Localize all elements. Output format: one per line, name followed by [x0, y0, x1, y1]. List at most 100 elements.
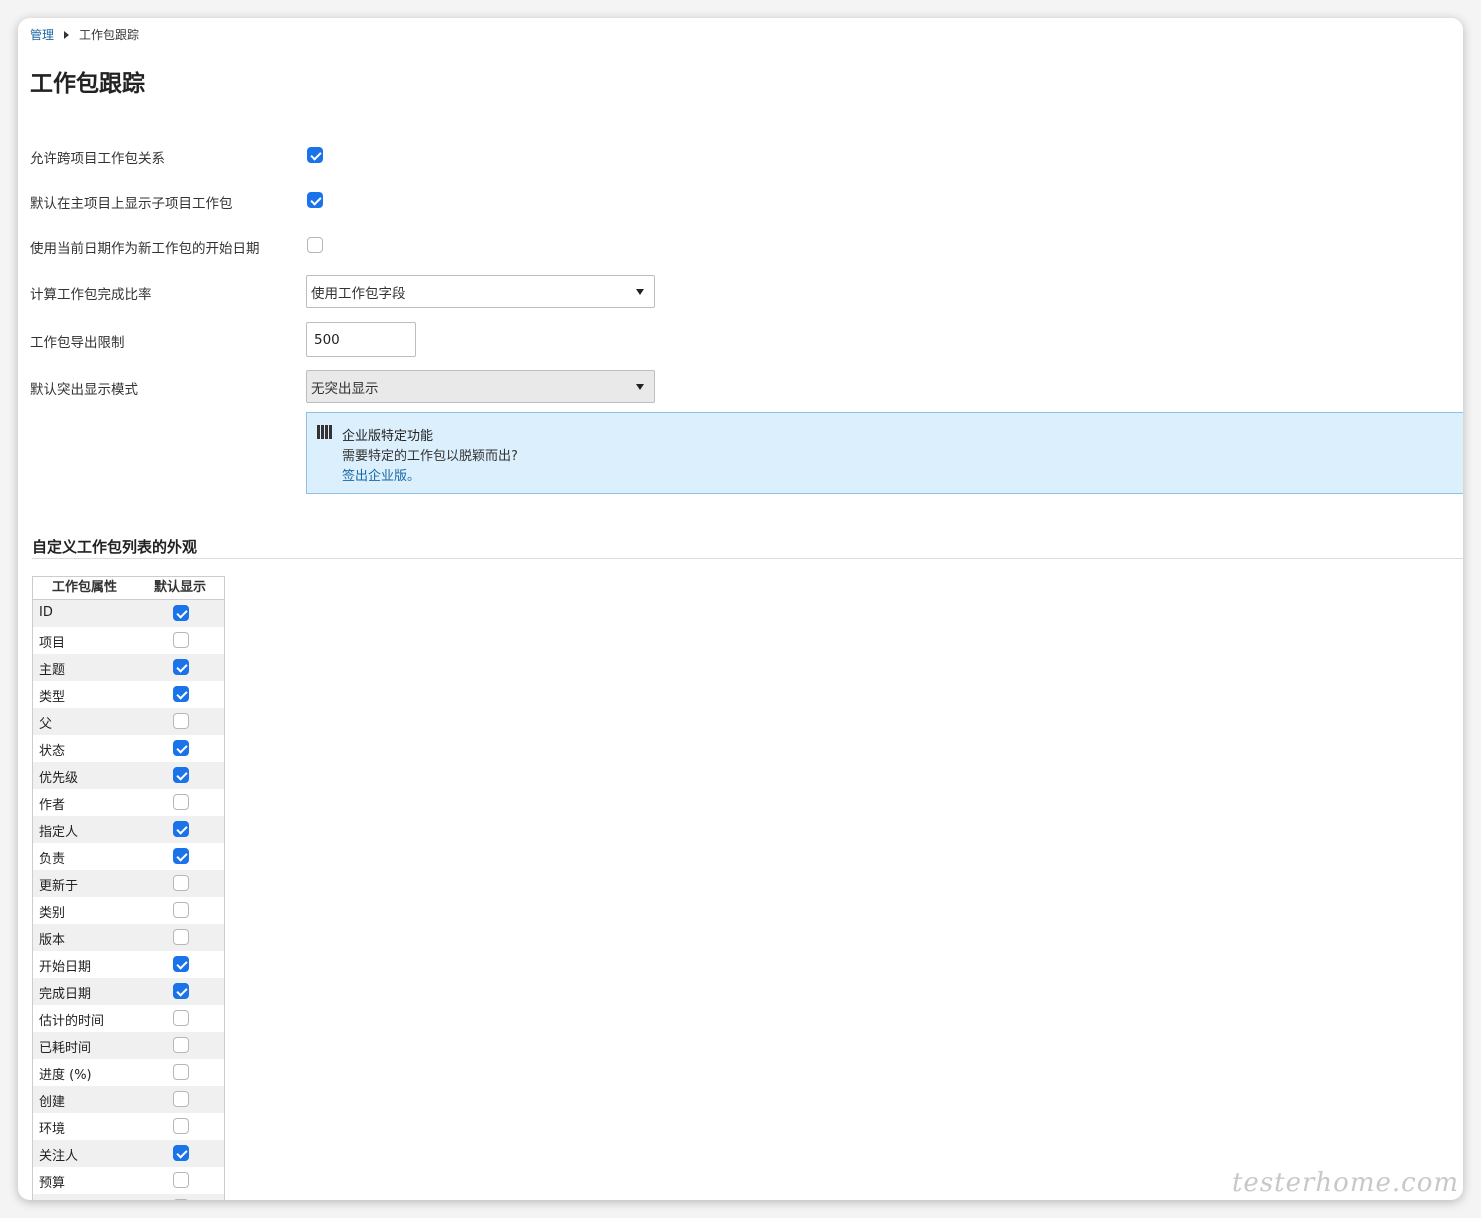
done-ratio-label: 计算工作包完成比率 [30, 287, 152, 303]
dropdown-arrow-icon [636, 289, 644, 295]
breadcrumb-admin-link[interactable]: 管理 [30, 26, 54, 43]
attribute-name: 关注人 [39, 1149, 79, 1164]
table-row: 关注人 [33, 1140, 224, 1167]
export-limit-label: 工作包导出限制 [30, 335, 125, 351]
breadcrumb: 管理 工作包跟踪 [30, 26, 139, 43]
chevron-right-icon [64, 30, 70, 39]
default-display-checkbox[interactable] [173, 659, 189, 675]
default-display-checkbox[interactable] [173, 1118, 189, 1134]
attribute-name: 类型 [39, 690, 66, 705]
show-subprojects-label: 默认在主项目上显示子项目工作包 [30, 196, 233, 212]
attributes-table-header: 工作包属性 默认显示 [33, 577, 224, 600]
section-title: 自定义工作包列表的外观 [32, 538, 198, 556]
table-row: 版本 [33, 924, 224, 951]
dropdown-arrow-icon [636, 384, 644, 390]
default-display-checkbox[interactable] [173, 1199, 189, 1200]
attribute-name: 状态 [39, 744, 66, 759]
table-row: 负责 [33, 843, 224, 870]
enterprise-notice-title: 企业版特定功能 [342, 429, 434, 444]
default-display-checkbox[interactable] [173, 902, 189, 918]
attribute-name: 更新于 [39, 879, 79, 894]
table-row: ID [33, 600, 224, 627]
attribute-name: 版本 [39, 933, 66, 948]
default-display-checkbox[interactable] [173, 713, 189, 729]
default-display-checkbox[interactable] [173, 767, 189, 783]
enterprise-notice: 企业版特定功能 需要特定的工作包以脱颖而出? 签出企业版。 [306, 412, 1463, 494]
default-display-checkbox[interactable] [173, 929, 189, 945]
page-title: 工作包跟踪 [30, 71, 145, 97]
attribute-name: 已耗时间 [39, 1041, 92, 1056]
highlight-mode-label: 默认突出显示模式 [30, 382, 138, 398]
table-row: 父 [33, 708, 224, 735]
attribute-name: 开始日期 [39, 960, 92, 975]
default-display-checkbox[interactable] [173, 632, 189, 648]
default-display-checkbox[interactable] [173, 1145, 189, 1161]
default-display-checkbox[interactable] [173, 1010, 189, 1026]
table-row: 优先级 [33, 762, 224, 789]
table-row: 状态 [33, 735, 224, 762]
done-ratio-select[interactable]: 使用工作包字段 [306, 275, 655, 308]
default-display-checkbox[interactable] [173, 605, 189, 621]
default-display-checkbox[interactable] [173, 740, 189, 756]
cross-project-label: 允许跨项目工作包关系 [30, 151, 165, 167]
table-row: 更新于 [33, 870, 224, 897]
enterprise-icon [317, 425, 335, 439]
table-row: 环境 [33, 1113, 224, 1140]
attribute-name: 创建 [39, 1095, 66, 1110]
default-display-checkbox[interactable] [173, 956, 189, 972]
attribute-name: 优先级 [39, 771, 79, 786]
breadcrumb-current: 工作包跟踪 [79, 28, 140, 42]
attribute-name: 作者 [39, 798, 66, 813]
default-display-checkbox[interactable] [173, 1037, 189, 1053]
table-row: 估计的时间 [33, 1005, 224, 1032]
done-ratio-value: 使用工作包字段 [311, 285, 406, 302]
table-row: 作者 [33, 789, 224, 816]
attribute-name: 环境 [39, 1122, 66, 1137]
default-display-checkbox[interactable] [173, 1064, 189, 1080]
attribute-name: ID [39, 605, 53, 620]
current-date-start-label: 使用当前日期作为新工作包的开始日期 [30, 241, 260, 257]
table-row: 项目 [33, 627, 224, 654]
table-row: 类别 [33, 897, 224, 924]
attribute-name: 估计的时间 [39, 1014, 105, 1029]
table-row: 已耗时间 [33, 1032, 224, 1059]
attribute-name: 指定人 [39, 825, 79, 840]
default-display-checkbox[interactable] [173, 875, 189, 891]
highlight-mode-select[interactable]: 无突出显示 [306, 370, 655, 403]
table-row: 类型 [33, 681, 224, 708]
default-display-checkbox[interactable] [173, 794, 189, 810]
attribute-name: 主题 [39, 663, 66, 678]
export-limit-input[interactable] [306, 322, 416, 357]
table-row: 开始日期 [33, 951, 224, 978]
app-window: 管理 工作包跟踪 工作包跟踪 允许跨项目工作包关系 默认在主项目上显示子项目工作… [18, 18, 1463, 1200]
table-row: 指定人 [33, 816, 224, 843]
table-row: 进度 (%) [33, 1059, 224, 1086]
default-display-checkbox[interactable] [173, 821, 189, 837]
table-row: 完成日期 [33, 978, 224, 1005]
attribute-name: 父 [39, 717, 53, 732]
attribute-name: 完成日期 [39, 987, 92, 1002]
table-row [33, 1194, 224, 1200]
table-row: 预算 [33, 1167, 224, 1194]
current-date-start-checkbox[interactable] [307, 237, 323, 253]
attributes-table: 工作包属性 默认显示 ID 项目主题类型父状态优先级作者指定人负责更新于类别版本开… [32, 576, 225, 1200]
attribute-name: 进度 (%) [39, 1068, 92, 1083]
attribute-name: 负责 [39, 852, 66, 867]
default-display-checkbox[interactable] [173, 848, 189, 864]
section-divider [32, 558, 1463, 559]
attribute-name: 预算 [39, 1176, 66, 1191]
default-display-checkbox[interactable] [173, 983, 189, 999]
attribute-name: 项目 [39, 636, 66, 651]
enterprise-notice-description: 需要特定的工作包以脱颖而出? [342, 449, 518, 464]
default-display-checkbox[interactable] [173, 686, 189, 702]
column-header-attribute: 工作包属性 [51, 580, 117, 595]
cross-project-checkbox[interactable] [307, 147, 323, 163]
table-row: 主题 [33, 654, 224, 681]
default-display-checkbox[interactable] [173, 1172, 189, 1188]
show-subprojects-checkbox[interactable] [307, 192, 323, 208]
table-row: 创建 [33, 1086, 224, 1113]
watermark: testerhome.com [1231, 1168, 1459, 1198]
enterprise-upsale-link[interactable]: 签出企业版。 [342, 465, 420, 484]
default-display-checkbox[interactable] [173, 1091, 189, 1107]
attribute-name: 类别 [39, 906, 66, 921]
